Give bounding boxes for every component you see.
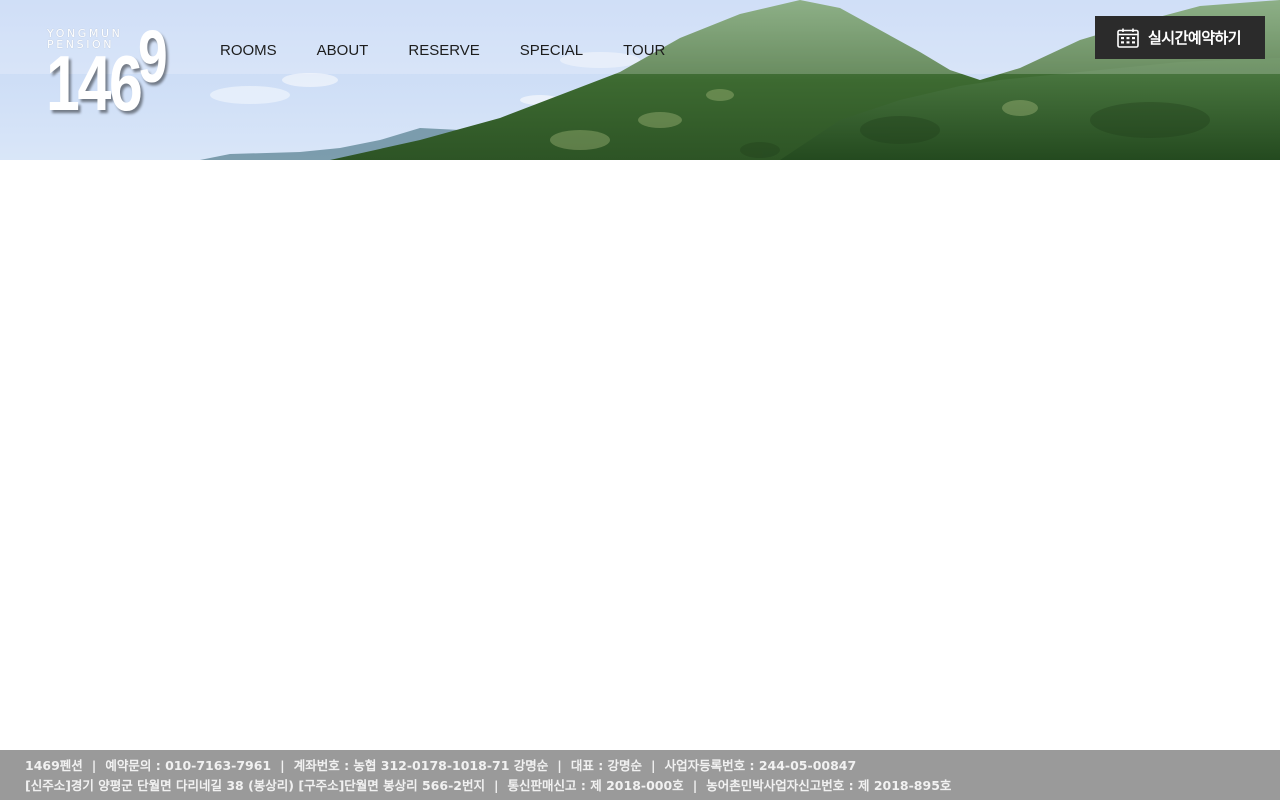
footer-separator: |	[91, 758, 97, 773]
footer-pension-name: 1469펜션	[25, 758, 83, 773]
footer-bank-account: 계좌번호 : 농협 312-0178-1018-71 강명순	[293, 758, 549, 773]
footer-separator: |	[557, 758, 562, 773]
footer: 1469펜션 | 예약문의 : 010-7163-7961 | 계좌번호 : 농협 31…	[0, 750, 1280, 800]
footer-mail-order-number: 통신판매신고 : 제 2018-000호	[507, 778, 684, 793]
footer-address: [신주소]경기 양평군 단월면 다리네길 38 (봉상리) [구주소]단월면 봉…	[25, 778, 485, 793]
nav-item-rooms[interactable]: ROOMS	[220, 41, 277, 61]
main-content	[0, 160, 1280, 750]
realtime-reserve-button[interactable]: 실시간예약하기	[1095, 16, 1265, 59]
footer-business-number: 사업자등록번호 : 244-05-00847	[664, 758, 857, 773]
footer-farmstay-number: 농어촌민박사업자신고번호 : 제 2018-895호	[706, 778, 952, 793]
main-nav: ROOMS ABOUT RESERVE SPECIAL TOUR	[220, 41, 665, 61]
nav-item-about[interactable]: ABOUT	[317, 41, 369, 61]
nav-item-reserve[interactable]: RESERVE	[408, 41, 479, 61]
footer-line-business: 1469펜션 | 예약문의 : 010-7163-7961 | 계좌번호 : 농협 31…	[25, 758, 856, 774]
logo-number-main: 146	[46, 39, 143, 127]
site-logo[interactable]: YONGMUN PENSION 146 9	[46, 20, 186, 127]
footer-separator: |	[651, 758, 656, 773]
header-hero: YONGMUN PENSION 146 9 ROOMS ABOUT RESERV…	[0, 0, 1280, 160]
footer-line-address: [신주소]경기 양평군 단월면 다리네길 38 (봉상리) [구주소]단월면 봉…	[25, 778, 951, 794]
footer-representative: 대표 : 강명순	[570, 758, 643, 773]
reserve-button-label: 실시간예약하기	[1148, 29, 1242, 47]
logo-number-sup: 9	[138, 15, 168, 98]
nav-band-overlay	[0, 0, 1280, 74]
footer-separator: |	[280, 758, 285, 773]
nav-item-tour[interactable]: TOUR	[623, 41, 665, 61]
nav-item-special[interactable]: SPECIAL	[520, 41, 583, 61]
footer-separator: |	[493, 778, 499, 793]
footer-reservation-phone: 예약문의 : 010-7163-7961	[105, 758, 272, 773]
calendar-icon	[1117, 28, 1139, 48]
footer-separator: |	[692, 778, 698, 793]
